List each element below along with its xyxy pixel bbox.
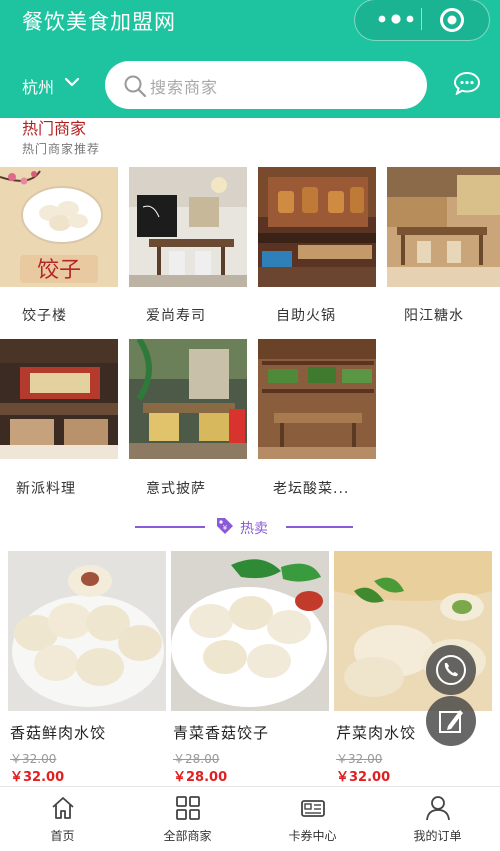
message-icon[interactable]: [453, 71, 481, 95]
mini-program-capsule[interactable]: [354, 0, 490, 41]
shop-name[interactable]: 自助火锅: [276, 305, 336, 325]
shop-name[interactable]: 老坛酸菜...: [273, 478, 349, 498]
shop-name[interactable]: 爱尚寿司: [146, 305, 206, 325]
edit-icon: [439, 710, 463, 733]
original-price: ￥28.00: [173, 752, 220, 766]
dessert-shop-image: [387, 167, 500, 287]
search-placeholder: 搜索商家: [150, 78, 219, 97]
product-image-vegetable-dumplings: [171, 551, 329, 711]
product-card[interactable]: [171, 551, 329, 711]
original-price: ￥32.00: [10, 752, 57, 766]
tab-my-orders[interactable]: 我的订单: [375, 787, 500, 851]
hot-shops-subtitle: 热门商家推荐: [22, 142, 101, 156]
pizza-restaurant-image: [129, 339, 247, 459]
shop-card-sushi[interactable]: [129, 167, 247, 287]
tab-home[interactable]: 首页: [0, 787, 125, 851]
shop-name[interactable]: 意式披萨: [146, 478, 206, 498]
tab-label: 卡券中心: [288, 829, 337, 843]
product-name[interactable]: 青菜香菇饺子: [173, 722, 269, 743]
tag-icon: ¥: [217, 518, 233, 534]
product-name[interactable]: 香菇鲜肉水饺: [10, 722, 106, 743]
sale-price: ￥32.00: [336, 770, 391, 785]
tab-coupon-center[interactable]: 卡券中心: [250, 787, 375, 851]
shop-card-italian-pizza[interactable]: [129, 339, 247, 459]
hot-shops-title: 热门商家: [22, 119, 87, 138]
close-miniprogram-icon[interactable]: [439, 7, 465, 33]
product-image-dumplings: [8, 551, 166, 711]
shop-name[interactable]: 阳江糖水: [404, 305, 464, 325]
capsule-divider: [421, 8, 422, 30]
shop-card-dumpling-house[interactable]: 饺子: [0, 167, 118, 287]
edit-button[interactable]: [426, 696, 476, 746]
tab-label: 我的订单: [413, 829, 462, 843]
pickled-fish-restaurant-image: [258, 339, 376, 459]
dumpling-sign-text: 饺子: [37, 258, 81, 283]
svg-text:¥: ¥: [223, 524, 228, 532]
hotpot-restaurant-image: [258, 167, 376, 287]
shop-card-pickled-fish[interactable]: [258, 339, 376, 459]
search-input[interactable]: 搜索商家: [105, 61, 427, 109]
chevron-down-icon[interactable]: [64, 76, 80, 88]
product-name[interactable]: 芹菜肉水饺: [336, 722, 416, 743]
hot-sale-label: 热卖: [240, 521, 268, 537]
top-header: 餐饮美食加盟网 杭州 搜索商家: [0, 0, 500, 118]
search-icon: [124, 75, 147, 98]
shop-card-yangjiang-dessert[interactable]: [387, 167, 500, 287]
section-divider-left: [135, 526, 205, 528]
grid-icon: [176, 796, 200, 820]
sale-price: ￥32.00: [10, 770, 65, 785]
city-selector[interactable]: 杭州: [22, 74, 54, 98]
more-icon[interactable]: [372, 8, 420, 30]
shop-card-hotpot[interactable]: [258, 167, 376, 287]
tab-label: 全部商家: [163, 829, 212, 843]
original-price: ￥32.00: [336, 752, 383, 766]
section-divider-right: [286, 526, 353, 528]
user-icon: [426, 796, 450, 821]
shop-name[interactable]: 新派料理: [16, 478, 76, 498]
shop-name[interactable]: 饺子楼: [22, 305, 67, 325]
dumpling-house-image: 饺子: [0, 167, 118, 287]
product-card[interactable]: [8, 551, 166, 711]
home-icon: [52, 797, 74, 819]
sushi-restaurant-image: [129, 167, 247, 287]
call-button[interactable]: [426, 645, 476, 695]
card-icon: [301, 800, 325, 817]
app-title: 餐饮美食加盟网: [22, 10, 176, 34]
shop-card-japanese-cuisine[interactable]: [0, 339, 118, 459]
sale-price: ￥28.00: [173, 770, 228, 785]
japanese-restaurant-image: [0, 339, 118, 459]
bottom-tab-bar: 首页 全部商家 卡券中心 我的订单: [0, 786, 500, 851]
tab-label: 首页: [50, 829, 75, 843]
phone-icon: [436, 655, 466, 685]
tab-all-shops[interactable]: 全部商家: [125, 787, 250, 851]
